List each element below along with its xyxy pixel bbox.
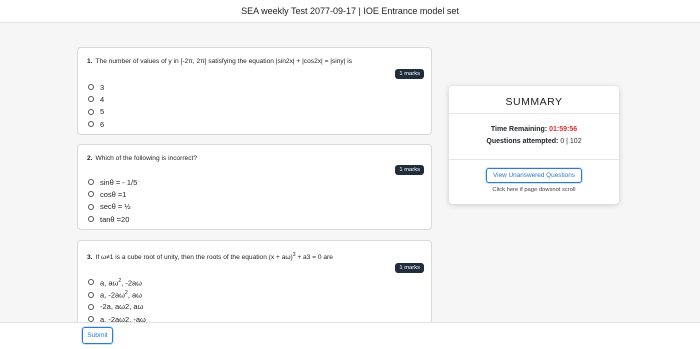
option-2[interactable]: 4 bbox=[87, 93, 422, 105]
summary-panel: SUMMARY Time Remaining: 01:59:56 Questio… bbox=[449, 86, 619, 204]
option-3[interactable]: secθ = ½ bbox=[87, 201, 422, 213]
option-label: tanθ =20 bbox=[100, 214, 130, 224]
question-body: The number of values of y in [-2π, 2π] s… bbox=[95, 58, 353, 65]
question-text: 1. The number of values of y in [-2π, 2π]… bbox=[87, 57, 422, 66]
questions-attempted-label: Questions attempted: bbox=[486, 138, 559, 145]
time-remaining-label: Time Remaining: bbox=[490, 126, 548, 133]
option-1[interactable]: sinθ = - 1/5 bbox=[87, 176, 422, 188]
radio-button[interactable] bbox=[88, 303, 94, 310]
radio-button[interactable] bbox=[88, 279, 94, 286]
page-title: SEA weekly Test 2077-09-17 | IOE Entranc… bbox=[241, 6, 459, 16]
radio-button[interactable] bbox=[88, 191, 94, 198]
scroll-hint-link[interactable]: Click here if page dowsnot scroll bbox=[449, 187, 619, 193]
option-label: 3 bbox=[100, 82, 105, 92]
submit-button[interactable]: Submit bbox=[82, 327, 113, 344]
option-1[interactable]: 3 bbox=[87, 81, 422, 93]
option-label: 6 bbox=[100, 119, 105, 129]
question-card-2: 2. Which of the following is incorrect? 1… bbox=[77, 144, 432, 230]
option-label: sinθ = - 1/5 bbox=[100, 177, 138, 187]
time-remaining: Time Remaining: 01:59:56 bbox=[449, 126, 619, 138]
radio-button[interactable] bbox=[88, 121, 94, 128]
questions-attempted-value: 0 | 102 bbox=[560, 138, 582, 145]
option-4[interactable]: 6 bbox=[87, 118, 422, 130]
radio-button[interactable] bbox=[88, 203, 94, 210]
time-remaining-value: 01:59:56 bbox=[549, 126, 578, 133]
radio-button[interactable] bbox=[88, 291, 94, 298]
summary-title: SUMMARY bbox=[449, 86, 619, 114]
option-2[interactable]: cosθ =1 bbox=[87, 188, 422, 200]
question-body-end: + a3 = 0 are bbox=[295, 254, 333, 262]
question-body: Which of the following is incorrect? bbox=[95, 155, 198, 162]
marks-badge: 1 marks bbox=[395, 263, 424, 273]
option-label: a, aω2, -2aω bbox=[100, 277, 143, 288]
view-unanswered-button[interactable]: View Unanswered Questions bbox=[486, 168, 582, 183]
question-number: 1. bbox=[87, 58, 93, 65]
radio-button[interactable] bbox=[88, 179, 94, 186]
radio-button[interactable] bbox=[88, 84, 94, 91]
option-label: a, -2aω2, aω bbox=[100, 289, 143, 300]
question-card-3: 3. If ω≠1 is a cube root of unity, then t… bbox=[77, 240, 432, 330]
option-label: secθ = ½ bbox=[100, 202, 131, 212]
question-number: 2. bbox=[87, 155, 93, 162]
question-card-1: 1. The number of values of y in [-2π, 2π]… bbox=[77, 47, 432, 135]
option-3[interactable]: -2a, aω2, aω bbox=[87, 301, 422, 313]
option-1[interactable]: a, aω2, -2aω bbox=[87, 276, 422, 288]
question-body: If ω≠1 is a cube root of unity, then the… bbox=[95, 254, 293, 262]
option-3[interactable]: 5 bbox=[87, 106, 422, 118]
radio-button[interactable] bbox=[88, 108, 94, 115]
top-bar: SEA weekly Test 2077-09-17 | IOE Entranc… bbox=[0, 0, 700, 23]
marks-badge: 1 marks bbox=[395, 69, 424, 79]
marks-badge: 1 marks bbox=[395, 165, 424, 175]
option-label: cosθ =1 bbox=[100, 189, 127, 199]
bottom-bar: Submit bbox=[0, 322, 700, 349]
option-label: 5 bbox=[100, 107, 105, 117]
option-label: 4 bbox=[100, 94, 105, 104]
radio-button[interactable] bbox=[88, 216, 94, 223]
option-label: -2a, aω2, aω bbox=[100, 302, 144, 312]
question-number: 3. bbox=[87, 254, 93, 262]
questions-attempted: Questions attempted: 0 | 102 bbox=[449, 138, 619, 150]
summary-stats: Time Remaining: 01:59:56 Questions attem… bbox=[449, 114, 619, 160]
option-4[interactable]: tanθ =20 bbox=[87, 213, 422, 225]
radio-button[interactable] bbox=[88, 96, 94, 103]
question-text: 3. If ω≠1 is a cube root of unity, then t… bbox=[87, 251, 422, 262]
option-2[interactable]: a, -2aω2, aω bbox=[87, 288, 422, 300]
question-text: 2. Which of the following is incorrect? bbox=[87, 154, 422, 163]
